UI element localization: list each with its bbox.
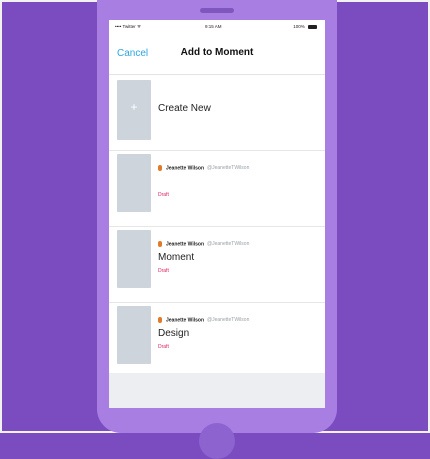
page-title: Add to Moment	[180, 47, 254, 58]
phone-screen: •••• Twitter ᯤ 9:15 AM 100% Cancel Add t…	[109, 20, 325, 408]
status-time: 9:15 AM	[205, 24, 222, 29]
moment-thumbnail	[117, 154, 151, 212]
moment-meta: Jeanette Wilson @JeanetteTWilson	[158, 165, 249, 171]
author-name: Jeanette Wilson	[166, 241, 205, 248]
avatar	[158, 165, 162, 171]
draft-status: Draft	[158, 192, 169, 198]
avatar	[158, 241, 162, 247]
battery-status: 100%	[293, 24, 317, 29]
create-new-label: Create New	[158, 103, 211, 114]
moment-meta: Jeanette Wilson @JeanetteTWilson	[158, 241, 249, 247]
status-bar: •••• Twitter ᯤ 9:15 AM 100%	[109, 20, 325, 32]
moment-row[interactable]: Jeanette Wilson @JeanetteTWilson Moment D…	[109, 227, 325, 303]
author-handle: @JeanetteTWilson	[207, 241, 250, 248]
battery-icon	[308, 24, 317, 29]
create-new-thumbnail: +	[117, 80, 151, 140]
keyboard-area	[109, 373, 325, 408]
author-name: Jeanette Wilson	[166, 165, 205, 172]
moment-row[interactable]: Jeanette Wilson @JeanetteTWilson Design D…	[109, 303, 325, 378]
moment-thumbnail	[117, 230, 151, 288]
phone-device: •••• Twitter ᯤ 9:15 AM 100% Cancel Add t…	[97, 0, 337, 459]
battery-percent: 100%	[293, 24, 305, 29]
moment-row[interactable]: Jeanette Wilson @JeanetteTWilson Draft	[109, 151, 325, 227]
moment-meta: Jeanette Wilson @JeanetteTWilson	[158, 317, 249, 323]
moment-title: Design	[158, 328, 190, 339]
create-new-row[interactable]: + Create New	[109, 75, 325, 151]
draft-status: Draft	[158, 268, 169, 274]
carrier-signal: •••• Twitter ᯤ	[115, 24, 142, 29]
moment-thumbnail	[117, 306, 151, 364]
author-handle: @JeanetteTWilson	[207, 317, 250, 324]
draft-status: Draft	[158, 344, 169, 350]
author-name: Jeanette Wilson	[166, 317, 205, 324]
avatar	[158, 317, 162, 323]
author-handle: @JeanetteTWilson	[207, 165, 250, 172]
speaker-grille	[200, 8, 234, 13]
moment-title: Moment	[158, 252, 195, 263]
navigation-bar: Cancel Add to Moment	[109, 34, 325, 75]
plus-icon: +	[130, 100, 138, 114]
home-button[interactable]	[199, 423, 235, 459]
